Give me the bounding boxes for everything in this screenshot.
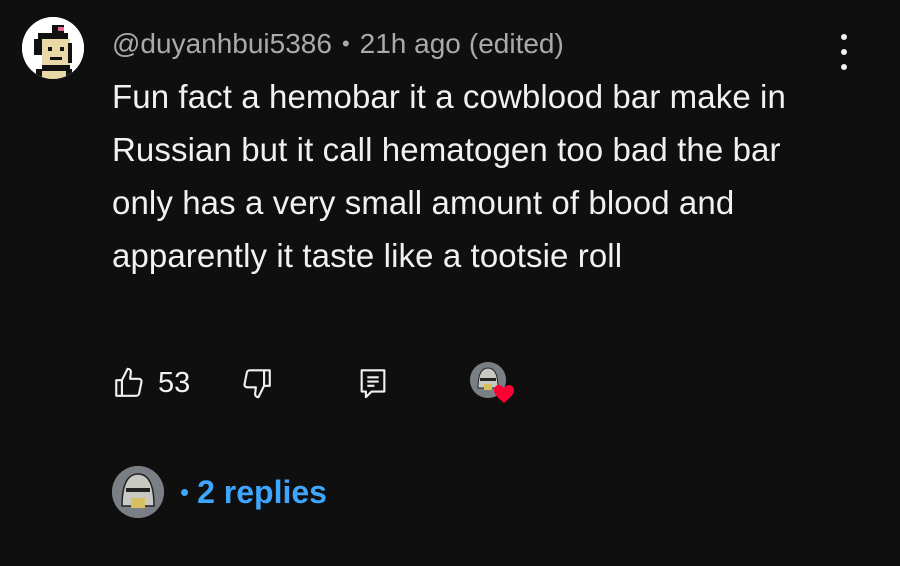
comment-actions: 53 [112,360,632,406]
replies-count-label[interactable]: 2 replies [197,474,327,511]
comment-time[interactable]: 21h ago [360,28,461,60]
more-vertical-icon [841,34,847,40]
reply-button[interactable] [356,360,390,406]
meta-separator: • [341,31,350,56]
more-vertical-icon-dot [841,49,847,55]
author-handle[interactable]: @duyanhbui5386 [112,28,332,60]
reply-icon [360,369,386,399]
creator-heart [470,362,516,408]
thumbs-up-icon [115,367,143,397]
author-avatar[interactable] [22,17,84,79]
more-options-button[interactable] [826,30,862,74]
pixel-art-avatar-icon [22,17,84,79]
like-count: 53 [158,366,191,399]
edited-label: (edited) [468,28,564,59]
reply-author-avatar [112,466,164,518]
comment-body: Fun fact a hemobar it a cowblood bar mak… [112,78,786,274]
replies-separator: • [180,476,190,507]
thumbs-down-icon [243,369,271,399]
dislike-button[interactable] [240,360,274,406]
like-button[interactable]: 53 [112,360,190,406]
comment-thread: @duyanhbui5386 • 21h ago (edited) Fun fa… [0,0,900,566]
knight-helmet-icon [112,466,164,518]
view-replies-button[interactable]: • 2 replies [112,462,327,522]
comment-meta: @duyanhbui5386 • 21h ago (edited) [112,24,564,64]
heart-icon [494,385,514,403]
